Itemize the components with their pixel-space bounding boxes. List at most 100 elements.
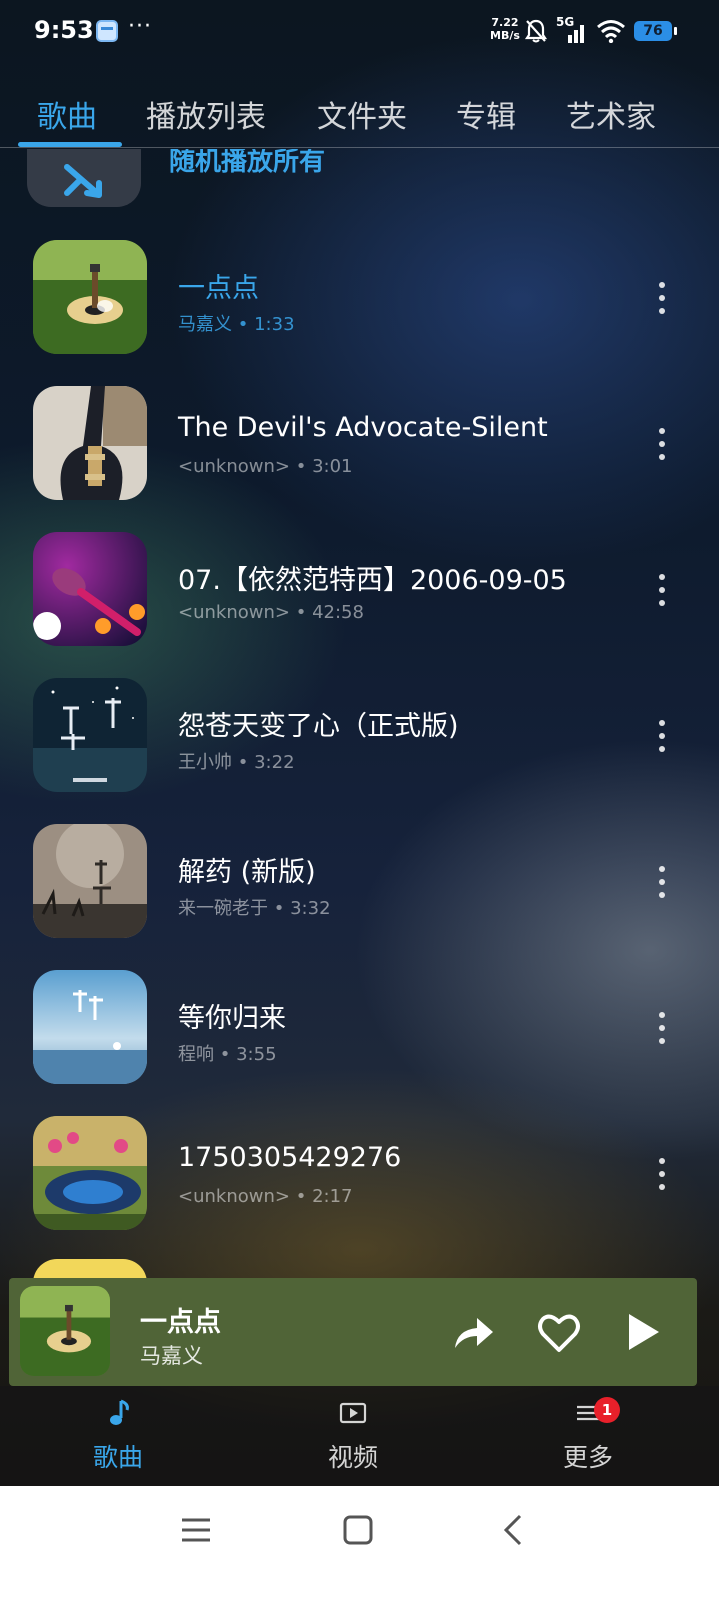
song-title: 等你归来 [178,1003,286,1034]
album-cover [33,386,147,500]
song-artist: <unknown> [178,602,290,623]
now-playing-artist: 马嘉义 [140,1344,203,1368]
nav-songs[interactable]: 歌曲 [58,1398,178,1474]
song-artist: <unknown> [178,1186,290,1207]
song-duration: 1:33 [254,314,295,335]
active-tab-indicator [18,142,122,147]
shuffle-button[interactable] [27,149,141,207]
song-title: 1750305429276 [178,1142,402,1173]
song-more-button[interactable] [650,424,674,464]
meta-separator: • [219,1044,231,1065]
tab-folders[interactable]: 文件夹 [317,92,407,136]
song-meta: 程响 • 3:55 [178,1040,277,1066]
song-title: The Devil's Advocate-Silent [178,412,548,443]
tab-songs[interactable]: 歌曲 [37,92,97,136]
nav-more-label: 更多 [562,1443,613,1472]
shuffle-all-row[interactable]: 随机播放所有 [27,149,627,209]
status-icons: 5G 76 [524,15,677,46]
song-row[interactable]: 一点点 马嘉义 • 1:33 [0,240,719,360]
more-notifications-icon: ··· [128,14,152,39]
album-cover [33,240,147,354]
song-meta: 来一碗老于 • 3:32 [178,894,331,920]
album-cover [33,532,147,646]
cell-signal-icon: 5G [556,15,588,45]
meta-separator: • [237,752,249,773]
share-icon[interactable] [449,1308,497,1356]
video-icon [339,1402,367,1424]
meta-separator: • [295,1186,307,1207]
shuffle-icon [64,164,102,198]
battery-icon: 76 [634,21,677,41]
album-cover [33,1116,147,1230]
status-bar: 9:53 ··· 7.22 MB/s 5G 76 [0,0,719,64]
home-icon[interactable] [336,1508,380,1552]
song-artist: 来一碗老于 [178,898,268,919]
song-duration: 3:32 [290,898,331,919]
shuffle-all-label: 随机播放所有 [169,149,326,177]
network-speed-unit: MB/s [490,29,520,42]
nav-videos-label: 视频 [327,1443,378,1472]
song-title: 一点点 [178,273,259,304]
nav-more[interactable]: 1 更多 [528,1397,648,1474]
song-more-button[interactable] [650,278,674,318]
mini-player[interactable]: 一点点 马嘉义 [9,1278,697,1386]
meta-separator: • [237,314,249,335]
top-tabs: 歌曲 播放列表 文件夹 专辑 艺术家 [0,86,719,148]
song-more-button[interactable] [650,862,674,902]
now-playing-cover[interactable] [20,1286,110,1376]
song-row[interactable]: 解药 (新版) 来一碗老于 • 3:32 [0,824,719,944]
meta-separator: • [295,456,307,477]
song-artist: 王小帅 [178,752,232,773]
app-notification-icon [96,20,118,42]
song-title: 解药 (新版) [178,857,316,888]
song-title: 07.【依然范特西】2006-09-05 [178,565,567,596]
song-artist: 程响 [178,1044,214,1065]
nav-songs-label: 歌曲 [92,1443,143,1472]
song-list[interactable]: 随机播放所有 一点点 马嘉义 • 1:33 The Devil's Advoca… [0,149,719,1279]
song-duration: 3:22 [254,752,295,773]
song-more-button[interactable] [650,1154,674,1194]
play-icon[interactable] [617,1308,665,1356]
song-meta: <unknown> • 2:17 [178,1186,352,1207]
song-duration: 3:55 [236,1044,277,1065]
song-row[interactable]: 07.【依然范特西】2006-09-05 <unknown> • 42:58 [0,532,719,652]
tab-playlists[interactable]: 播放列表 [146,92,266,136]
song-more-button[interactable] [650,570,674,610]
menu-icon[interactable] [174,1508,218,1552]
heart-icon[interactable] [535,1308,583,1356]
notification-badge: 1 [594,1397,620,1423]
song-artist: 马嘉义 [178,314,232,335]
tab-artists[interactable]: 艺术家 [566,92,656,136]
meta-separator: • [295,602,307,623]
album-cover [33,1259,147,1279]
wifi-icon [597,20,625,43]
mute-bell-icon [524,19,548,43]
network-speed-value: 7.22 [491,16,519,29]
song-artist: <unknown> [178,456,290,477]
song-row[interactable]: The Devil's Advocate-Silent <unknown> • … [0,386,719,506]
song-meta: 王小帅 • 3:22 [178,748,295,774]
system-nav-bar [0,1486,719,1600]
song-duration: 2:17 [312,1186,353,1207]
back-icon[interactable] [492,1508,536,1552]
song-more-button[interactable] [650,716,674,756]
song-meta: 马嘉义 • 1:33 [178,310,295,336]
now-playing-title: 一点点 [140,1307,221,1338]
song-row[interactable] [0,1259,719,1279]
nav-videos[interactable]: 视频 [293,1398,413,1474]
song-row[interactable]: 怨苍天变了心（正式版) 王小帅 • 3:22 [0,678,719,798]
song-row[interactable]: 等你归来 程响 • 3:55 [0,970,719,1090]
song-title: 怨苍天变了心（正式版) [178,711,459,742]
status-time: 9:53 [34,16,94,44]
song-duration: 3:01 [312,456,353,477]
album-cover [33,824,147,938]
album-cover [33,970,147,1084]
song-duration: 42:58 [312,602,364,623]
song-row[interactable]: 1750305429276 <unknown> • 2:17 [0,1116,719,1236]
tab-albums[interactable]: 专辑 [456,92,516,136]
music-note-icon [110,1399,129,1425]
song-more-button[interactable] [650,1008,674,1048]
bottom-nav: 歌曲 视频 1 更多 [0,1386,719,1486]
meta-separator: • [273,898,285,919]
song-meta: <unknown> • 42:58 [178,602,364,623]
